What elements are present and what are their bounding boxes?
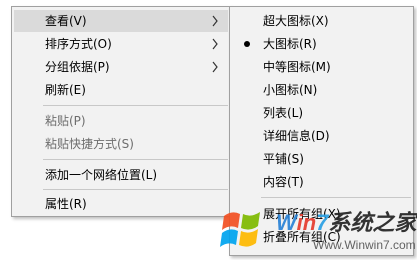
menu-item-label: 内容(T) [263, 175, 304, 189]
chevron-right-icon [212, 61, 218, 73]
menu-item-label: 分组依据(P) [45, 60, 110, 74]
menu-item-label: 刷新(E) [45, 83, 86, 97]
radio-bullet-icon [244, 41, 250, 47]
menu-item-label: 大图标(R) [263, 37, 317, 51]
menu-separator [43, 105, 228, 106]
menu-separator [43, 189, 228, 190]
menu-item-sort-by[interactable]: 排序方式(O) [14, 33, 228, 55]
menu-separator [43, 159, 228, 160]
menu-item-label: 超大图标(X) [263, 14, 329, 28]
submenu-item-extra-large-icons[interactable]: 超大图标(X) [232, 10, 411, 32]
watermark-url: Www.Winwin7.com [313, 238, 416, 252]
menu-item-label: 中等图标(M) [263, 60, 331, 74]
menu-item-label: 列表(L) [263, 106, 304, 120]
chevron-right-icon [212, 15, 218, 27]
submenu-item-medium-icons[interactable]: 中等图标(M) [232, 56, 411, 78]
menu-item-group-by[interactable]: 分组依据(P) [14, 56, 228, 78]
windows-flag-logo-icon [220, 212, 260, 247]
watermark-brand: Win7系统之家 [276, 205, 416, 237]
menu-item-label: 粘贴(P) [45, 114, 86, 128]
watermark-brand-in: in [296, 210, 317, 235]
submenu-item-content[interactable]: 内容(T) [232, 171, 411, 193]
menu-item-add-network-location[interactable]: 添加一个网络位置(L) [14, 164, 228, 186]
menu-item-label: 平铺(S) [263, 152, 304, 166]
context-menu: 查看(V) 排序方式(O) 分组依据(P) 刷新(E) 粘贴(P) 粘贴快捷方式… [11, 6, 231, 217]
menu-item-label: 粘贴快捷方式(S) [45, 137, 134, 151]
menu-item-properties[interactable]: 属性(R) [14, 193, 228, 215]
menu-item-label: 属性(R) [45, 197, 87, 211]
watermark-brand-w: W [276, 210, 297, 235]
watermark-brand-7: 7 [316, 210, 329, 235]
watermark-brand-name: 系统之家 [328, 210, 417, 235]
menu-item-label: 添加一个网络位置(L) [45, 168, 158, 182]
menu-item-view[interactable]: 查看(V) [14, 10, 228, 32]
menu-item-label: 查看(V) [45, 14, 87, 28]
menu-item-label: 小图标(N) [263, 83, 318, 97]
menu-item-refresh[interactable]: 刷新(E) [14, 79, 228, 101]
site-watermark: Win7系统之家 Www.Winwin7.com [218, 196, 417, 260]
submenu-item-details[interactable]: 详细信息(D) [232, 125, 411, 147]
chevron-right-icon [212, 38, 218, 50]
menu-item-paste[interactable]: 粘贴(P) [14, 110, 228, 132]
submenu-item-tiles[interactable]: 平铺(S) [232, 148, 411, 170]
menu-item-label: 详细信息(D) [263, 129, 330, 143]
submenu-item-small-icons[interactable]: 小图标(N) [232, 79, 411, 101]
menu-item-label: 排序方式(O) [45, 37, 112, 51]
menu-item-paste-shortcut[interactable]: 粘贴快捷方式(S) [14, 133, 228, 155]
submenu-item-list[interactable]: 列表(L) [232, 102, 411, 124]
submenu-item-large-icons[interactable]: 大图标(R) [232, 33, 411, 55]
